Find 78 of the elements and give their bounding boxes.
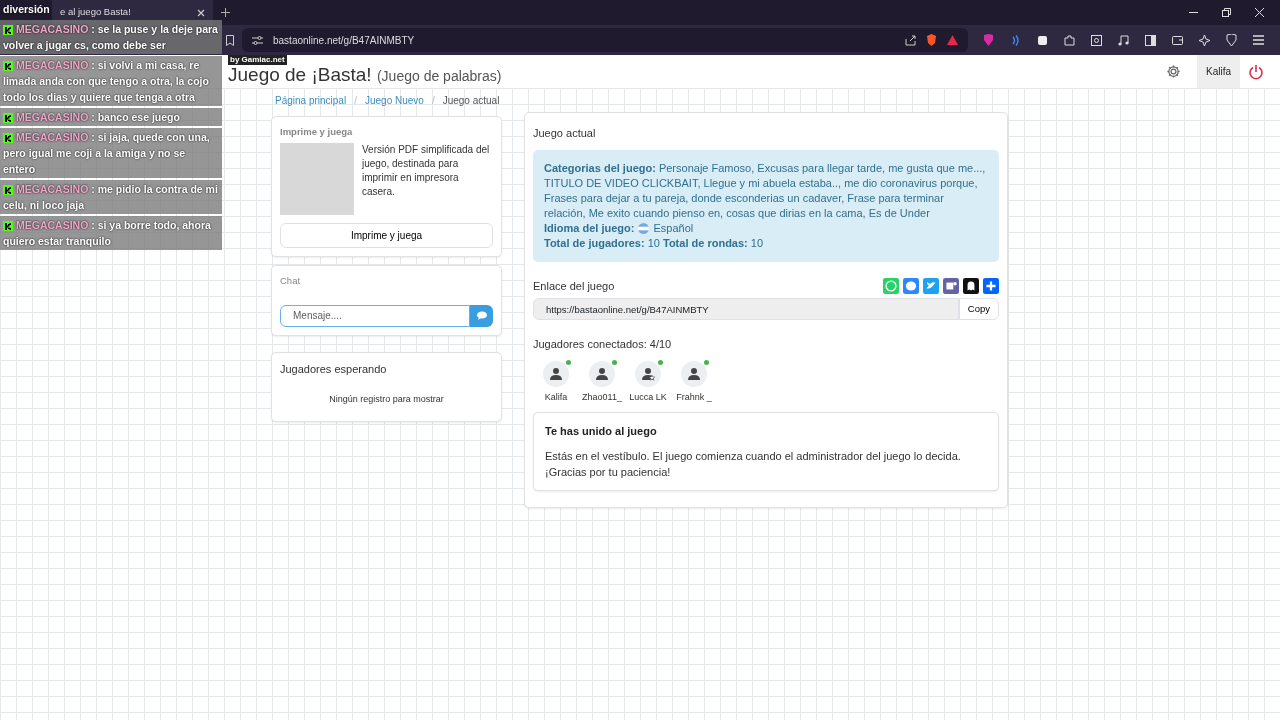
- extension-icon[interactable]: [1037, 34, 1048, 46]
- user-button[interactable]: Kalifa: [1197, 55, 1240, 88]
- person-icon: [549, 366, 563, 381]
- screenshot-icon[interactable]: [1091, 34, 1102, 46]
- kick-icon: [3, 113, 13, 124]
- player-name: Frahnk _: [676, 390, 712, 404]
- notice-text: Estás en el vestíbulo. El juego comienza cuando el administrador del juego lo decida. ¡Gracias por tu paciencia!: [545, 448, 962, 480]
- link-field[interactable]: https://bastaonline.net/g/B47AINMBTY: [533, 298, 959, 320]
- new-tab-icon[interactable]: [221, 8, 230, 17]
- copy-button[interactable]: Copy: [958, 298, 999, 320]
- chat-message: MEGACASINO : se la puse y la deje para volver a jugar cs, como debe ser: [0, 20, 222, 54]
- ghost-icon[interactable]: [963, 277, 979, 294]
- players-heading: Jugadores conectados: 4/10: [533, 337, 673, 352]
- shield-icon[interactable]: [1226, 34, 1237, 46]
- triangle-icon: [947, 35, 958, 45]
- lion-shield-icon: [926, 34, 937, 46]
- close-icon[interactable]: [1255, 8, 1264, 17]
- sidebar-icon[interactable]: [1145, 34, 1156, 46]
- player-name: Kalifa: [544, 390, 568, 404]
- signal-waves-icon[interactable]: [1010, 34, 1021, 46]
- page-subtitle: (Juego de palabras): [376, 68, 502, 85]
- chat-message: diversión: [2, 2, 51, 17]
- print-description: Versión PDF simplificada del juego, destinada para imprimir en impresora casera.: [362, 143, 491, 200]
- language-label: Idioma del juego:: [544, 220, 635, 236]
- breadcrumb-current: Juego actual: [442, 93, 500, 108]
- wallet-icon[interactable]: [1172, 34, 1183, 46]
- person-star-icon: [641, 366, 655, 381]
- categories-text: Categorias del juego: Personaje Famoso, Excusas para llegar tarde, me gusta que me..., TITULO DE VIDEO CLICKBAIT, Llegue y mi abuela estaba.., me dio coronavirus porque, Frases para dejar a tu pareja, donde esconderias un cadaver, Frase para terminar relación, Me exito cuando pienso en, cosas que dirias en la cama, Es de Under: [544, 160, 987, 221]
- flag-icon: [638, 222, 650, 234]
- page-title: Juego de ¡Basta!: [228, 64, 372, 86]
- bookmark-icon[interactable]: [226, 34, 234, 46]
- bird-icon[interactable]: [923, 277, 939, 294]
- player-name: Zhao011_: [582, 390, 622, 404]
- chat-message: MEGACASINO : me pidio la contra de mi celu, ni loco jaja: [0, 180, 222, 214]
- menu-icon[interactable]: [1253, 35, 1264, 45]
- chat-message: MEGACASINO : si volvi a mi casa, re limada anda con que tengo a otra, la cojo todo los dias y quiere que tenga a otra: [0, 56, 222, 106]
- messenger-icon[interactable]: [903, 277, 919, 294]
- kick-icon: [3, 61, 13, 72]
- restore-icon[interactable]: [1222, 8, 1231, 17]
- site-settings-icon: [252, 35, 263, 45]
- empty-message: Ningún registro para mostrar: [328, 393, 445, 406]
- address-bar[interactable]: bastaonline.net/g/B47AINMBTY: [242, 28, 968, 52]
- kick-icon: [3, 133, 13, 144]
- card-heading: Imprime y juega: [280, 125, 354, 139]
- speech-bubble-icon: [476, 311, 487, 320]
- link-label: Enlace del juego: [533, 278, 615, 294]
- person-icon: [687, 366, 701, 381]
- breadcrumb-link[interactable]: Juego Nuevo: [364, 92, 424, 108]
- kick-icon: [3, 25, 13, 36]
- teams-icon[interactable]: [943, 277, 959, 294]
- notice-title: Te has unido al juego: [545, 424, 658, 439]
- card-heading: Chat: [280, 274, 302, 289]
- credit-label: by Gamiac.net: [228, 55, 287, 65]
- language-value: Español: [653, 220, 694, 236]
- person-icon: [595, 366, 609, 381]
- print-button[interactable]: Imprime y juega: [280, 223, 493, 249]
- puzzle-icon[interactable]: [1064, 34, 1075, 46]
- share-icon: [905, 34, 916, 46]
- power-icon[interactable]: [1248, 63, 1264, 80]
- settings-icon[interactable]: [1166, 64, 1181, 79]
- close-icon[interactable]: [197, 8, 205, 17]
- sparkle-icon[interactable]: [1199, 34, 1210, 46]
- plus-icon[interactable]: [983, 277, 999, 294]
- player-name: Lucca LK: [629, 390, 667, 404]
- kick-icon: [3, 221, 13, 232]
- breadcrumb-separator: /: [431, 93, 435, 108]
- breadcrumb-separator: /: [354, 93, 357, 108]
- message-field[interactable]: Mensaje....: [280, 304, 471, 327]
- breadcrumb-link[interactable]: Página principal: [275, 92, 347, 108]
- card-heading: Juego actual: [533, 126, 597, 141]
- totals-text: Total de jugadores: 10 Total de rondas: 10: [544, 235, 765, 251]
- chat-message: MEGACASINO : banco ese juego: [0, 108, 222, 126]
- send-button[interactable]: [470, 304, 493, 327]
- chat-message: MEGACASINO : si jaja, quede con una, pero igual me coji a la amiga y no se entero: [0, 128, 222, 178]
- kick-icon: [3, 185, 13, 196]
- music-icon[interactable]: [1118, 34, 1129, 46]
- card-heading: Jugadores esperando: [280, 361, 388, 377]
- chat-message: MEGACASINO : si ya borre todo, ahora quiero estar tranquilo: [0, 216, 222, 250]
